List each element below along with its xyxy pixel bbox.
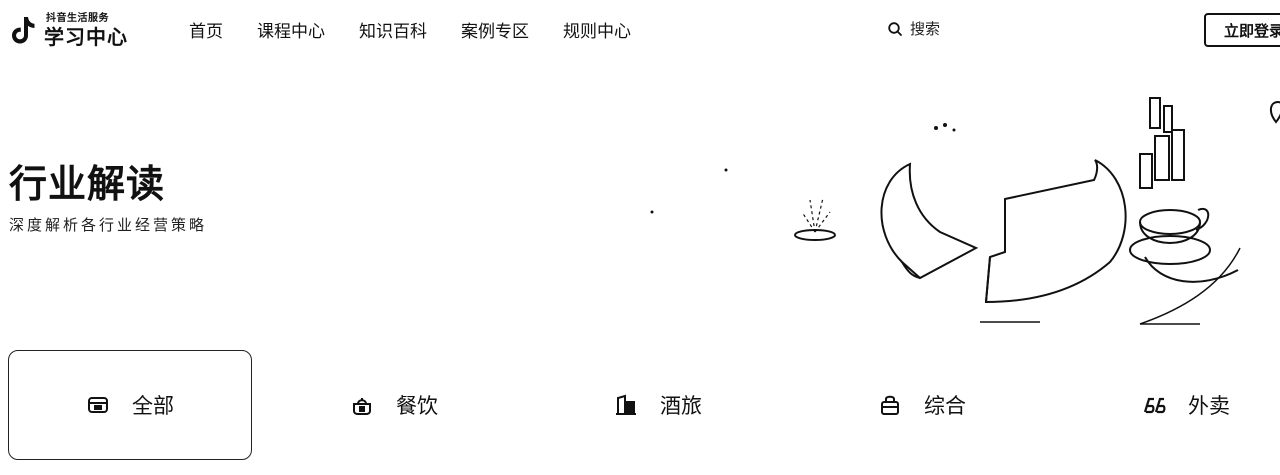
category-label: 全部 [132, 394, 174, 418]
category-tabs: 全部 餐饮 酒旅 综合 外卖 [0, 350, 1280, 460]
search-label: 搜索 [910, 20, 941, 38]
logo-subtitle: 抖音生活服务 [46, 12, 109, 24]
page-title: 行业解读 [9, 162, 166, 206]
category-tab-hotel[interactable]: 酒旅 [536, 350, 780, 460]
logo-title: 学习中心 [44, 24, 128, 49]
category-label: 酒旅 [660, 394, 702, 418]
page-subtitle: 深度解析各行业经营策略 [9, 216, 208, 234]
nav-item-home[interactable]: 首页 [189, 17, 223, 42]
logo[interactable]: 抖音生活服务 学习中心 [10, 10, 128, 50]
category-tab-general[interactable]: 综合 [800, 350, 1044, 460]
category-label: 餐饮 [396, 394, 438, 418]
nav-item-cases[interactable]: 案例专区 [461, 17, 529, 42]
main-nav: 首页 课程中心 知识百科 案例专区 规则中心 [189, 17, 631, 42]
top-header: 抖音生活服务 学习中心 首页 课程中心 知识百科 案例专区 规则中心 搜索 立即… [0, 0, 1280, 62]
nav-item-rules[interactable]: 规则中心 [563, 17, 631, 42]
food-icon [350, 393, 374, 417]
hotel-icon [614, 393, 638, 417]
search-button[interactable]: 搜索 [887, 18, 940, 39]
category-tab-all[interactable]: 全部 [8, 350, 252, 460]
login-button[interactable]: 立即登录 [1204, 13, 1280, 47]
delivery-icon [1142, 393, 1166, 417]
category-label: 综合 [924, 394, 966, 418]
category-tab-food[interactable]: 餐饮 [272, 350, 516, 460]
all-icon [86, 393, 110, 417]
category-label: 外卖 [1188, 394, 1230, 418]
douyin-logo-icon [12, 17, 35, 44]
bag-icon [878, 393, 902, 417]
nav-item-courses[interactable]: 课程中心 [257, 17, 325, 42]
hero-illustration [650, 97, 1280, 325]
category-tab-delivery[interactable]: 外卖 [1064, 350, 1280, 460]
search-icon [888, 21, 902, 36]
nav-item-knowledge[interactable]: 知识百科 [359, 17, 427, 42]
